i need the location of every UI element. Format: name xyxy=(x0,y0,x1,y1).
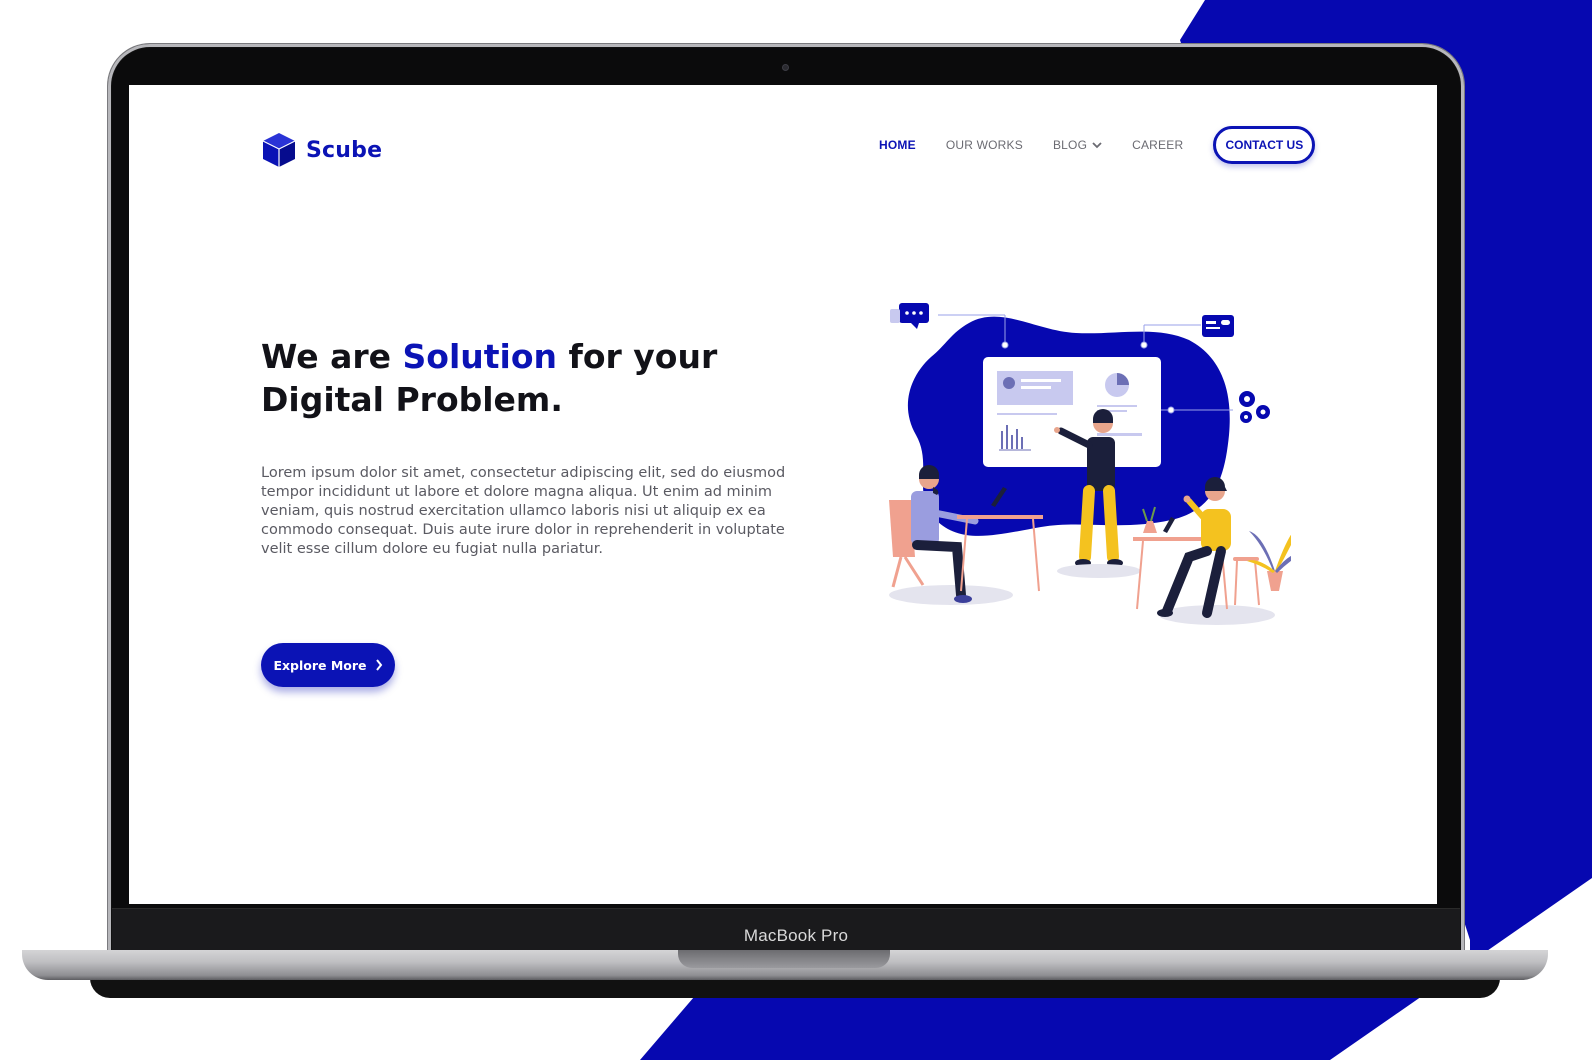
nav-label: OUR WORKS xyxy=(945,138,1023,152)
explore-more-label: Explore More xyxy=(273,657,367,673)
nav-item-blog[interactable]: BLOG xyxy=(1053,138,1102,152)
nav-label: HOME xyxy=(879,138,916,152)
main-nav: HOME OUR WORKS BLOG CAREER CONTACT US xyxy=(879,126,1316,164)
camera-icon xyxy=(782,64,789,71)
hero-description: Lorem ipsum dolor sit amet, consectetur … xyxy=(261,465,786,557)
nav-item-career[interactable]: CAREER xyxy=(1132,138,1183,152)
nav-item-our-works[interactable]: OUR WORKS xyxy=(946,138,1023,152)
nav-label: BLOG xyxy=(1052,138,1088,152)
contact-us-button[interactable]: CONTACT US xyxy=(1213,126,1316,164)
chevron-right-icon xyxy=(375,659,382,671)
laptop-shadow xyxy=(90,978,1500,998)
credit-card-icon xyxy=(1202,315,1234,337)
hero-title-part1: We are xyxy=(261,337,403,376)
cube-icon xyxy=(262,133,296,167)
hero-illustration xyxy=(889,303,1291,625)
hero-title: We are Solution for your Digital Problem… xyxy=(261,335,781,421)
hero-title-accent: Solution xyxy=(402,337,558,376)
website-screen: Scube HOME OUR WORKS BLOG CAREER CONTACT… xyxy=(129,85,1437,904)
laptop-notch xyxy=(678,950,890,968)
desk-left xyxy=(957,515,1043,519)
device-label: MacBook Pro xyxy=(743,926,849,945)
explore-more-button[interactable]: Explore More xyxy=(261,643,395,687)
logo-text: Scube xyxy=(306,137,383,163)
gears-icon xyxy=(1239,391,1270,423)
site-logo[interactable]: Scube xyxy=(261,131,382,169)
nav-item-home[interactable]: HOME xyxy=(879,138,916,152)
chevron-down-icon xyxy=(1092,141,1102,148)
nav-label: CAREER xyxy=(1132,138,1184,152)
